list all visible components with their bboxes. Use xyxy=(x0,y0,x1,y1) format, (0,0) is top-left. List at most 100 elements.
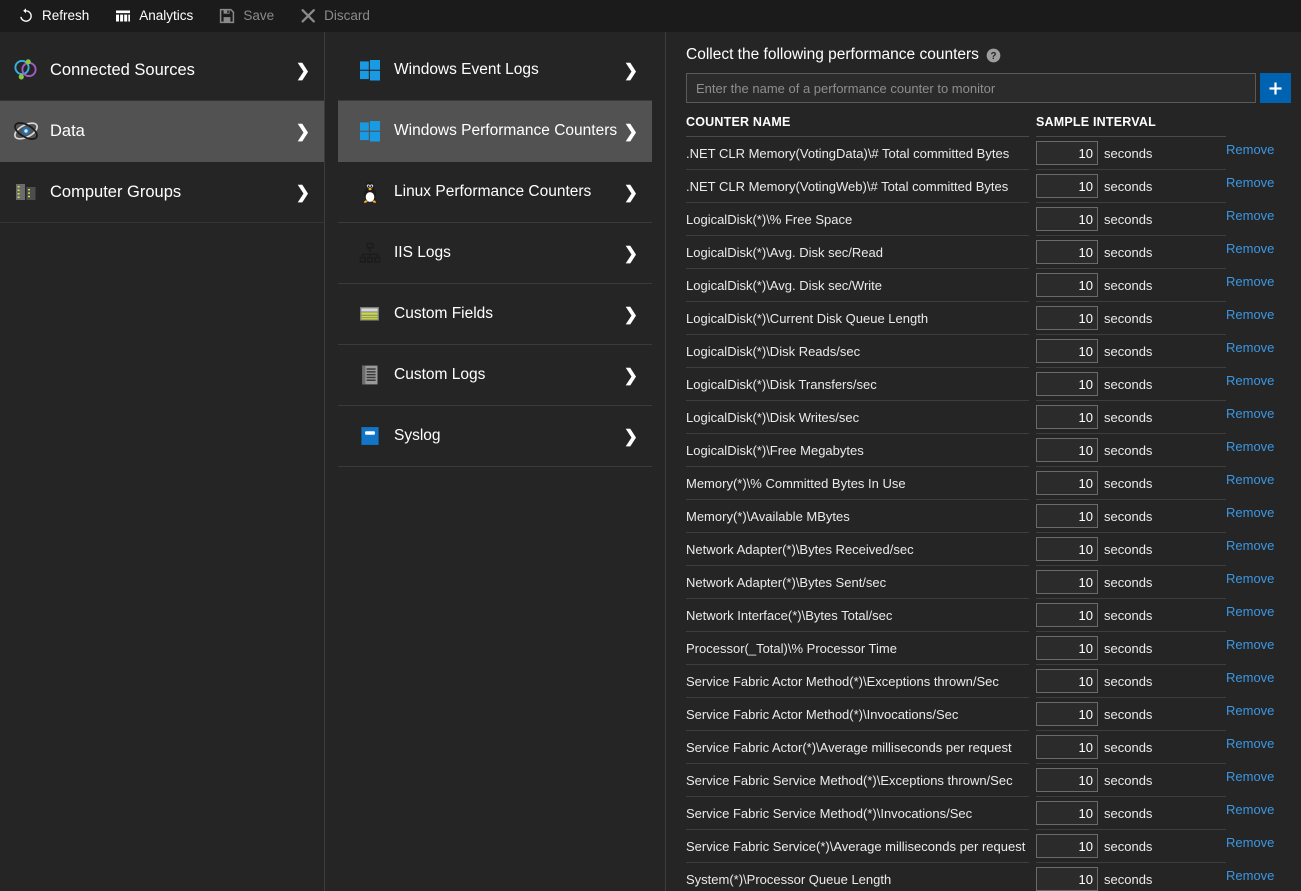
add-counter-button[interactable] xyxy=(1260,73,1291,103)
refresh-icon xyxy=(18,8,34,24)
sample-interval-input[interactable] xyxy=(1036,867,1098,891)
sample-interval-input[interactable] xyxy=(1036,504,1098,528)
source-item-custom-fields[interactable]: Custom Fields❯ xyxy=(338,284,652,345)
sample-interval-wrapper: seconds xyxy=(1036,372,1226,396)
remove-counter-link[interactable]: Remove xyxy=(1226,868,1274,883)
sample-interval-input[interactable] xyxy=(1036,669,1098,693)
sample-interval-cell: seconds xyxy=(1036,632,1226,665)
remove-counter-link[interactable]: Remove xyxy=(1226,505,1274,520)
spacer-cell xyxy=(1029,830,1036,863)
help-question-icon[interactable]: ? xyxy=(986,48,1001,63)
remove-counter-link[interactable]: Remove xyxy=(1226,604,1274,619)
remove-counter-link[interactable]: Remove xyxy=(1226,571,1274,586)
sample-interval-input[interactable] xyxy=(1036,834,1098,858)
plus-icon xyxy=(1268,81,1283,96)
source-item-linux-performance-counters[interactable]: Linux Performance Counters❯ xyxy=(338,162,652,223)
counter-name-cell: Service Fabric Actor(*)\Average millisec… xyxy=(686,731,1029,764)
sample-interval-input[interactable] xyxy=(1036,240,1098,264)
counter-name-cell: Memory(*)\Available MBytes xyxy=(686,500,1029,533)
sample-interval-cell: seconds xyxy=(1036,137,1226,170)
sample-interval-input[interactable] xyxy=(1036,471,1098,495)
column-header-counter-name: COUNTER NAME xyxy=(686,115,1029,137)
counters-table: COUNTER NAME SAMPLE INTERVAL .NET CLR Me… xyxy=(686,115,1301,891)
remove-cell: Remove xyxy=(1226,863,1301,891)
toolbar-save-button[interactable]: Save xyxy=(219,8,274,24)
sample-interval-input[interactable] xyxy=(1036,636,1098,660)
sample-interval-input[interactable] xyxy=(1036,570,1098,594)
sample-interval-input[interactable] xyxy=(1036,702,1098,726)
sample-interval-input[interactable] xyxy=(1036,603,1098,627)
sample-interval-input[interactable] xyxy=(1036,141,1098,165)
sample-interval-input[interactable] xyxy=(1036,339,1098,363)
computer-groups-icon xyxy=(12,178,40,206)
chevron-right-icon: ❯ xyxy=(624,428,638,445)
spacer-cell xyxy=(1029,335,1036,368)
custom-fields-icon xyxy=(358,302,382,326)
seconds-label: seconds xyxy=(1104,509,1152,524)
remove-counter-link[interactable]: Remove xyxy=(1226,439,1274,454)
sample-interval-cell: seconds xyxy=(1036,764,1226,797)
sample-interval-input[interactable] xyxy=(1036,801,1098,825)
toolbar-discard-button[interactable]: Discard xyxy=(300,8,370,24)
counter-name-cell: LogicalDisk(*)\Disk Reads/sec xyxy=(686,335,1029,368)
sample-interval-input[interactable] xyxy=(1036,405,1098,429)
remove-counter-link[interactable]: Remove xyxy=(1226,472,1274,487)
sample-interval-cell: seconds xyxy=(1036,566,1226,599)
sample-interval-input[interactable] xyxy=(1036,306,1098,330)
sample-interval-input[interactable] xyxy=(1036,174,1098,198)
remove-counter-link[interactable]: Remove xyxy=(1226,142,1274,157)
sidebar-item-computer-groups[interactable]: Computer Groups❯ xyxy=(0,162,324,223)
remove-counter-link[interactable]: Remove xyxy=(1226,637,1274,652)
source-item-windows-event-logs[interactable]: Windows Event Logs❯ xyxy=(338,40,652,101)
remove-counter-link[interactable]: Remove xyxy=(1226,274,1274,289)
remove-counter-link[interactable]: Remove xyxy=(1226,307,1274,322)
source-item-windows-performance-counters[interactable]: Windows Performance Counters❯ xyxy=(338,101,652,162)
sample-interval-input[interactable] xyxy=(1036,273,1098,297)
remove-counter-link[interactable]: Remove xyxy=(1226,340,1274,355)
sample-interval-cell: seconds xyxy=(1036,500,1226,533)
sample-interval-input[interactable] xyxy=(1036,537,1098,561)
remove-counter-link[interactable]: Remove xyxy=(1226,538,1274,553)
column-header-gap xyxy=(1029,115,1036,137)
remove-counter-link[interactable]: Remove xyxy=(1226,175,1274,190)
settings-nav-column: Connected Sources❯Data❯Computer Groups❯ xyxy=(0,32,325,891)
remove-counter-link[interactable]: Remove xyxy=(1226,406,1274,421)
sample-interval-wrapper: seconds xyxy=(1036,405,1226,429)
seconds-label: seconds xyxy=(1104,410,1152,425)
counters-table-head: COUNTER NAME SAMPLE INTERVAL xyxy=(686,115,1301,137)
source-item-iis-logs[interactable]: IIS Logs❯ xyxy=(338,223,652,284)
sample-interval-wrapper: seconds xyxy=(1036,801,1226,825)
remove-counter-link[interactable]: Remove xyxy=(1226,802,1274,817)
toolbar-analytics-button[interactable]: Analytics xyxy=(115,8,193,24)
remove-counter-link[interactable]: Remove xyxy=(1226,373,1274,388)
source-item-label: Windows Event Logs xyxy=(394,61,624,79)
remove-counter-link[interactable]: Remove xyxy=(1226,736,1274,751)
sidebar-item-data[interactable]: Data❯ xyxy=(0,101,324,162)
toolbar-refresh-button[interactable]: Refresh xyxy=(18,8,89,24)
sample-interval-input[interactable] xyxy=(1036,207,1098,231)
table-row: Service Fabric Service(*)\Average millis… xyxy=(686,830,1301,863)
source-item-custom-logs[interactable]: Custom Logs❯ xyxy=(338,345,652,406)
sample-interval-input[interactable] xyxy=(1036,372,1098,396)
remove-cell: Remove xyxy=(1226,698,1301,731)
counter-name-input[interactable] xyxy=(686,73,1256,103)
chevron-right-icon: ❯ xyxy=(296,62,310,79)
seconds-label: seconds xyxy=(1104,674,1152,689)
counter-name-cell: LogicalDisk(*)\% Free Space xyxy=(686,203,1029,236)
remove-counter-link[interactable]: Remove xyxy=(1226,670,1274,685)
source-item-syslog[interactable]: Syslog❯ xyxy=(338,406,652,467)
spacer-cell xyxy=(1029,566,1036,599)
sample-interval-input[interactable] xyxy=(1036,438,1098,462)
sample-interval-input[interactable] xyxy=(1036,735,1098,759)
sample-interval-input[interactable] xyxy=(1036,768,1098,792)
save-icon xyxy=(219,8,235,24)
table-row: Service Fabric Actor Method(*)\Invocatio… xyxy=(686,698,1301,731)
remove-counter-link[interactable]: Remove xyxy=(1226,241,1274,256)
remove-counter-link[interactable]: Remove xyxy=(1226,835,1274,850)
remove-counter-link[interactable]: Remove xyxy=(1226,769,1274,784)
remove-counter-link[interactable]: Remove xyxy=(1226,208,1274,223)
sidebar-item-connected-sources[interactable]: Connected Sources❯ xyxy=(0,40,324,101)
source-item-label: Syslog xyxy=(394,427,624,445)
remove-counter-link[interactable]: Remove xyxy=(1226,703,1274,718)
counter-name-cell: Service Fabric Service Method(*)\Excepti… xyxy=(686,764,1029,797)
